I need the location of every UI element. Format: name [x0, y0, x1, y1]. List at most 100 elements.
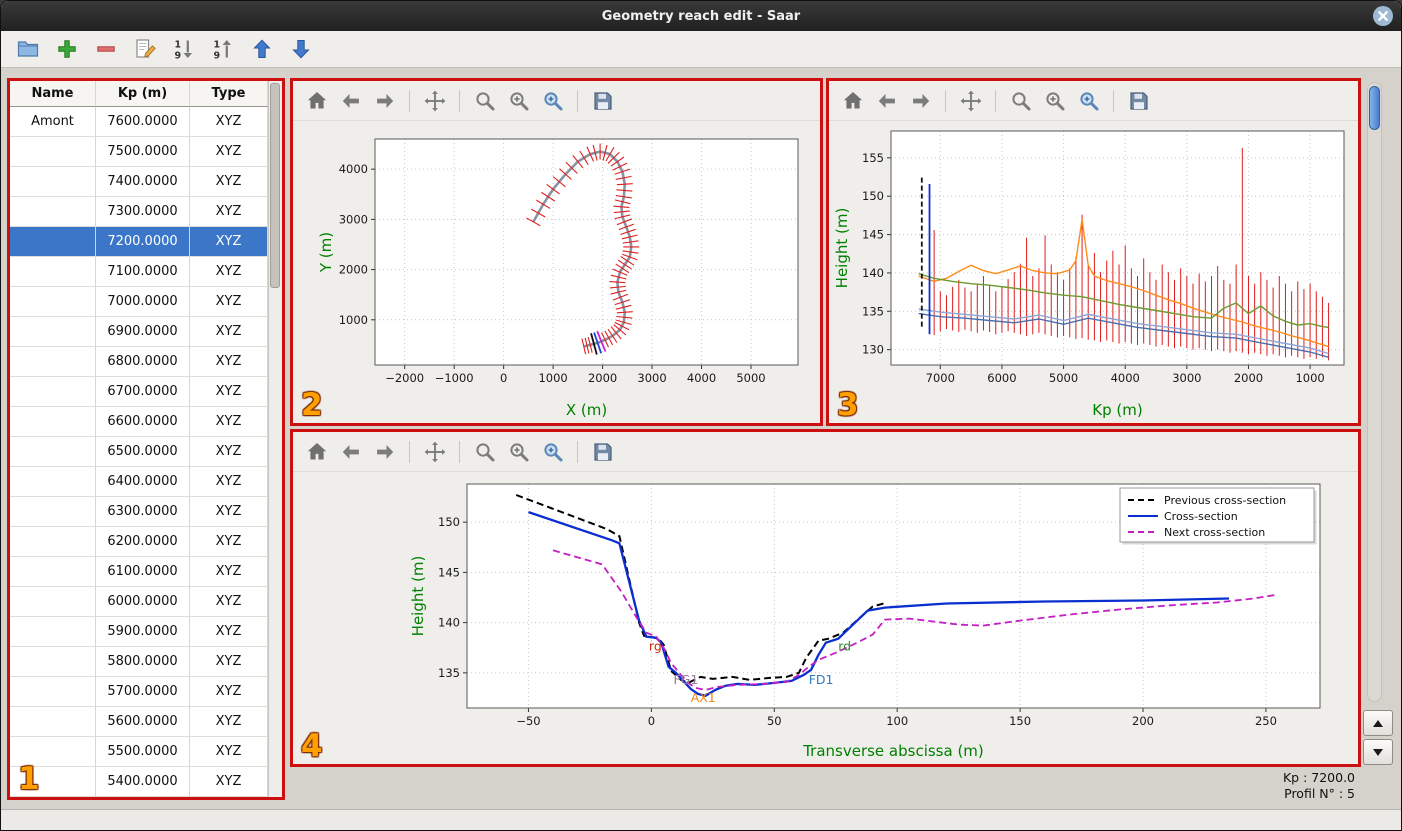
cell-type[interactable]: XYZ: [190, 317, 268, 347]
table-row-selected[interactable]: 7200.0000 XYZ: [10, 227, 268, 257]
cell-kp[interactable]: 7200.0000: [96, 227, 190, 257]
cell-type[interactable]: XYZ: [190, 347, 268, 377]
move-up-button[interactable]: [247, 35, 277, 63]
cell-type[interactable]: XYZ: [190, 557, 268, 587]
cell-kp[interactable]: 7300.0000: [96, 197, 190, 227]
cell-name[interactable]: [10, 137, 96, 167]
back-button[interactable]: [337, 438, 364, 465]
cell-type[interactable]: XYZ: [190, 257, 268, 287]
profile-up-button[interactable]: [1363, 710, 1393, 736]
cell-name[interactable]: [10, 647, 96, 677]
cell-kp[interactable]: 6300.0000: [96, 497, 190, 527]
cell-name[interactable]: [10, 677, 96, 707]
zoom-button[interactable]: [1007, 87, 1034, 114]
cell-kp[interactable]: 6000.0000: [96, 587, 190, 617]
cell-type[interactable]: XYZ: [190, 707, 268, 737]
zoom-in-button[interactable]: [505, 438, 532, 465]
cell-name[interactable]: [10, 257, 96, 287]
cell-kp[interactable]: 5500.0000: [96, 737, 190, 767]
table-row[interactable]: Amont 7600.0000 XYZ: [10, 107, 268, 137]
cell-kp[interactable]: 6500.0000: [96, 437, 190, 467]
cell-type[interactable]: XYZ: [190, 197, 268, 227]
cell-type[interactable]: XYZ: [190, 377, 268, 407]
forward-button[interactable]: [371, 87, 398, 114]
cell-name[interactable]: [10, 557, 96, 587]
table-row[interactable]: 5500.0000 XYZ: [10, 737, 268, 767]
cell-name[interactable]: [10, 167, 96, 197]
cell-type[interactable]: XYZ: [190, 137, 268, 167]
cell-type[interactable]: XYZ: [190, 587, 268, 617]
cell-kp[interactable]: 7600.0000: [96, 107, 190, 137]
pan-button[interactable]: [957, 87, 984, 114]
zoom-rect-button[interactable]: [1075, 87, 1102, 114]
plan-view-chart[interactable]: −2000 −1000 0 1000 2000 3000 4000 5000 1000 2000 3…: [293, 121, 820, 423]
cell-type[interactable]: XYZ: [190, 647, 268, 677]
cell-kp[interactable]: 6600.0000: [96, 407, 190, 437]
vertical-scrollbar[interactable]: [1367, 82, 1382, 702]
cell-type[interactable]: XYZ: [190, 437, 268, 467]
profile-down-button[interactable]: [1363, 739, 1393, 765]
cell-kp[interactable]: 5400.0000: [96, 767, 190, 797]
edit-button[interactable]: [130, 35, 160, 63]
cell-name[interactable]: [10, 317, 96, 347]
cell-name[interactable]: [10, 227, 96, 257]
back-button[interactable]: [337, 87, 364, 114]
table-row[interactable]: 6300.0000 XYZ: [10, 497, 268, 527]
table-row[interactable]: 6800.0000 XYZ: [10, 347, 268, 377]
back-button[interactable]: [873, 87, 900, 114]
pan-button[interactable]: [421, 438, 448, 465]
cell-kp[interactable]: 6900.0000: [96, 317, 190, 347]
forward-button[interactable]: [907, 87, 934, 114]
column-header-name[interactable]: Name: [10, 81, 96, 107]
cell-name[interactable]: [10, 287, 96, 317]
cell-kp[interactable]: 6400.0000: [96, 467, 190, 497]
close-button[interactable]: [1372, 5, 1394, 27]
zoom-button[interactable]: [471, 438, 498, 465]
cell-kp[interactable]: 5900.0000: [96, 617, 190, 647]
longitudinal-profile-chart[interactable]: 7000 6000 5000 4000 3000 2000 1000 130 135 140 145…: [829, 121, 1358, 423]
move-down-button[interactable]: [286, 35, 316, 63]
cell-type[interactable]: XYZ: [190, 497, 268, 527]
cell-kp[interactable]: 7400.0000: [96, 167, 190, 197]
cell-name[interactable]: [10, 617, 96, 647]
cell-type[interactable]: XYZ: [190, 677, 268, 707]
table-row[interactable]: 6900.0000 XYZ: [10, 317, 268, 347]
sort-desc-button[interactable]: 19: [169, 35, 199, 63]
cell-name[interactable]: Amont: [10, 107, 96, 137]
open-button[interactable]: [13, 35, 43, 63]
table-row[interactable]: 7100.0000 XYZ: [10, 257, 268, 287]
table-row[interactable]: 5400.0000 XYZ: [10, 767, 268, 797]
cell-type[interactable]: XYZ: [190, 167, 268, 197]
cell-name[interactable]: [10, 497, 96, 527]
forward-button[interactable]: [371, 438, 398, 465]
remove-button[interactable]: [91, 35, 121, 63]
cell-kp[interactable]: 6200.0000: [96, 527, 190, 557]
zoom-rect-button[interactable]: [539, 438, 566, 465]
add-button[interactable]: [52, 35, 82, 63]
save-button[interactable]: [589, 87, 616, 114]
cell-name[interactable]: [10, 437, 96, 467]
cell-kp[interactable]: 7000.0000: [96, 287, 190, 317]
save-button[interactable]: [589, 438, 616, 465]
table-row[interactable]: 5700.0000 XYZ: [10, 677, 268, 707]
cell-kp[interactable]: 5800.0000: [96, 647, 190, 677]
cross-section-chart[interactable]: −50 0 50 100 150 200 250 135 140 145 150 Transverse…: [293, 472, 1358, 764]
cell-type[interactable]: XYZ: [190, 737, 268, 767]
table-row[interactable]: 7300.0000 XYZ: [10, 197, 268, 227]
zoom-in-button[interactable]: [505, 87, 532, 114]
cell-type[interactable]: XYZ: [190, 617, 268, 647]
table-row[interactable]: 6200.0000 XYZ: [10, 527, 268, 557]
cell-type[interactable]: XYZ: [190, 107, 268, 137]
home-button[interactable]: [839, 87, 866, 114]
table-row[interactable]: 5600.0000 XYZ: [10, 707, 268, 737]
table-row[interactable]: 6600.0000 XYZ: [10, 407, 268, 437]
table-row[interactable]: 5900.0000 XYZ: [10, 617, 268, 647]
zoom-in-button[interactable]: [1041, 87, 1068, 114]
cell-name[interactable]: [10, 467, 96, 497]
table-row[interactable]: 6400.0000 XYZ: [10, 467, 268, 497]
cell-name[interactable]: [10, 527, 96, 557]
pan-button[interactable]: [421, 87, 448, 114]
cell-type[interactable]: XYZ: [190, 287, 268, 317]
table-row[interactable]: 6000.0000 XYZ: [10, 587, 268, 617]
table-row[interactable]: 7000.0000 XYZ: [10, 287, 268, 317]
